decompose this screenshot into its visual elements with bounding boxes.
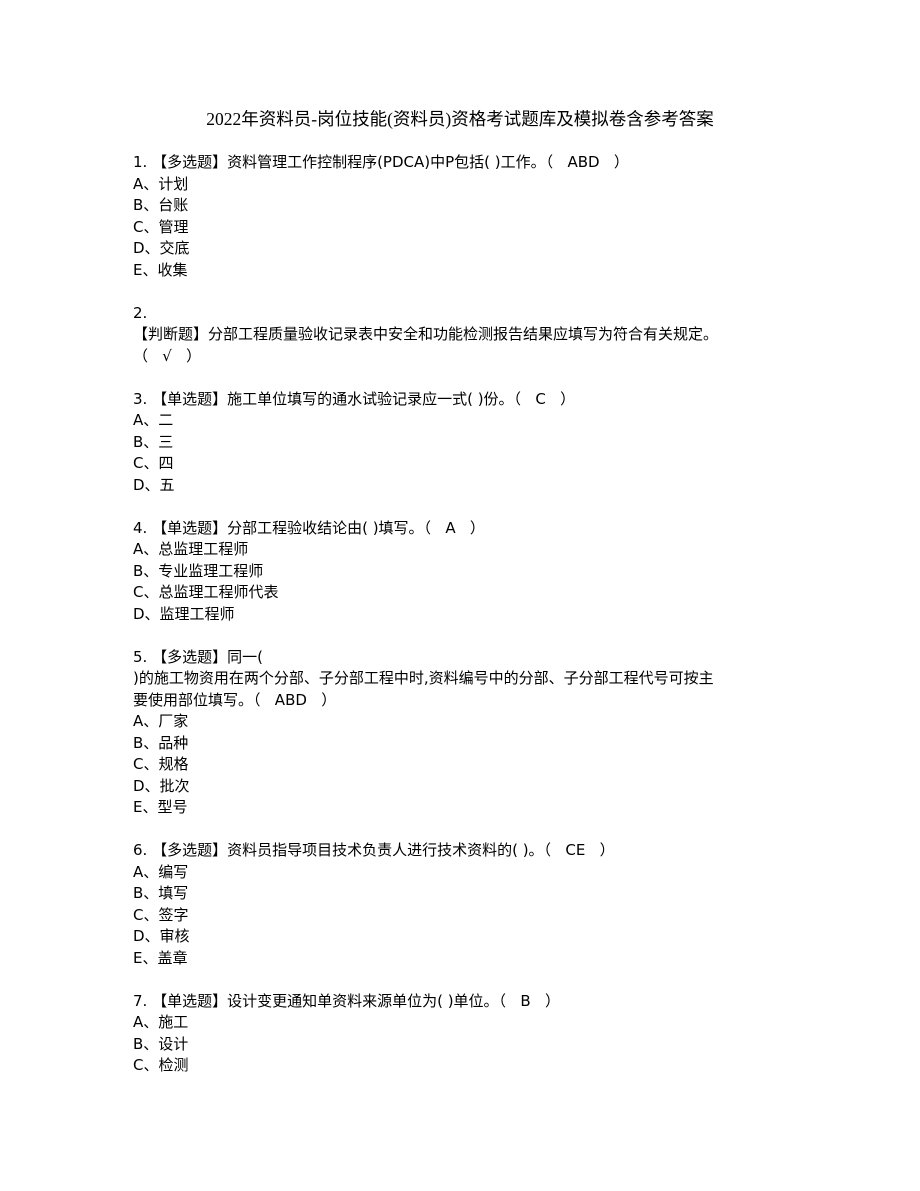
question-item: 7. 【单选题】设计变更通知单资料来源单位为( )单位。（ B ） A、施工 B、设…: [133, 991, 793, 1077]
question-option: A、二: [133, 411, 174, 429]
question-option: A、编写: [133, 862, 189, 881]
question-item: 3. 【单选题】施工单位填写的通水试验记录应一式( )份。（ C ） A、二 B、三…: [133, 389, 793, 497]
question-option: B、台账: [133, 196, 189, 214]
question-stem: 4. 【单选题】分部工程验收结论由( )填写。（ A ）: [133, 518, 485, 537]
question-option: C、签字: [133, 905, 189, 924]
question-option: B、设计: [133, 1034, 189, 1053]
question-option: B、三: [133, 432, 174, 451]
question-stem: 2.: [133, 303, 148, 322]
question-option: C、四: [133, 454, 174, 472]
question-option: C、检测: [133, 1056, 189, 1074]
question-stem: 5. 【多选题】同一(: [133, 647, 263, 666]
question-spacer: [133, 367, 793, 389]
question-option: D、交底: [133, 239, 190, 257]
question-spacer: [133, 496, 793, 518]
question-option: D、监理工程师: [133, 604, 235, 623]
question-option: C、规格: [133, 755, 189, 773]
question-option: C、总监理工程师代表: [133, 583, 279, 601]
question-option: E、盖章: [133, 948, 188, 967]
question-stem: 1. 【多选题】资料管理工作控制程序(PDCA)中P包括( )工作。（ ABD …: [133, 153, 629, 171]
question-option: A、施工: [133, 1013, 189, 1031]
question-stem-continued: )的施工物资用在两个分部、子分部工程中时,资料编号中的分部、子分部工程代号可按主: [133, 669, 714, 687]
document-title: 2022年资料员-岗位技能(资料员)资格考试题库及模拟卷含参考答案: [206, 109, 714, 129]
question-item: 5. 【多选题】同一( )的施工物资用在两个分部、子分部工程中时,资料编号中的分部…: [133, 647, 793, 819]
question-stem: 7. 【单选题】设计变更通知单资料来源单位为( )单位。（ B ）: [133, 991, 560, 1010]
question-option: D、批次: [133, 776, 190, 795]
question-spacer: [133, 969, 793, 991]
question-spacer: [133, 281, 793, 303]
question-option: D、五: [133, 475, 175, 494]
question-spacer: [133, 819, 793, 841]
question-option: A、总监理工程师: [133, 540, 249, 558]
question-stem-continued: 【判断题】分部工程质量验收记录表中安全和功能检测报告结果应填写为符合有关规定。: [133, 325, 719, 343]
question-option: A、计划: [133, 174, 189, 193]
question-stem: 3. 【单选题】施工单位填写的通水试验记录应一式( )份。（ C ）: [133, 389, 576, 408]
question-stem-continued: 要使用部位填写。（ ABD ）: [133, 690, 337, 709]
question-option: C、管理: [133, 217, 189, 236]
question-option: B、品种: [133, 733, 189, 752]
question-item: 1. 【多选题】资料管理工作控制程序(PDCA)中P包括( )工作。（ ABD …: [133, 152, 793, 281]
question-spacer: [133, 625, 793, 647]
document-page: 2022年资料员-岗位技能(资料员)资格考试题库及模拟卷含参考答案 1. 【多选…: [0, 0, 920, 1191]
question-option: D、审核: [133, 927, 190, 945]
question-option: E、收集: [133, 260, 188, 279]
question-option: B、填写: [133, 884, 189, 902]
question-stem-continued: （ √ ）: [133, 346, 202, 365]
question-item: 6. 【多选题】资料员指导项目技术负责人进行技术资料的( )。（ CE ） A、编…: [133, 840, 793, 969]
question-item: 4. 【单选题】分部工程验收结论由( )填写。（ A ） A、总监理工程师 B、专业…: [133, 518, 793, 626]
question-item: 2. 【判断题】分部工程质量验收记录表中安全和功能检测报告结果应填写为符合有关规定…: [133, 303, 793, 368]
question-option: E、型号: [133, 798, 188, 816]
question-option: A、厂家: [133, 712, 189, 730]
question-list: 1. 【多选题】资料管理工作控制程序(PDCA)中P包括( )工作。（ ABD …: [133, 152, 793, 1077]
question-stem: 6. 【多选题】资料员指导项目技术负责人进行技术资料的( )。（ CE ）: [133, 841, 615, 859]
question-option: B、专业监理工程师: [133, 561, 264, 580]
